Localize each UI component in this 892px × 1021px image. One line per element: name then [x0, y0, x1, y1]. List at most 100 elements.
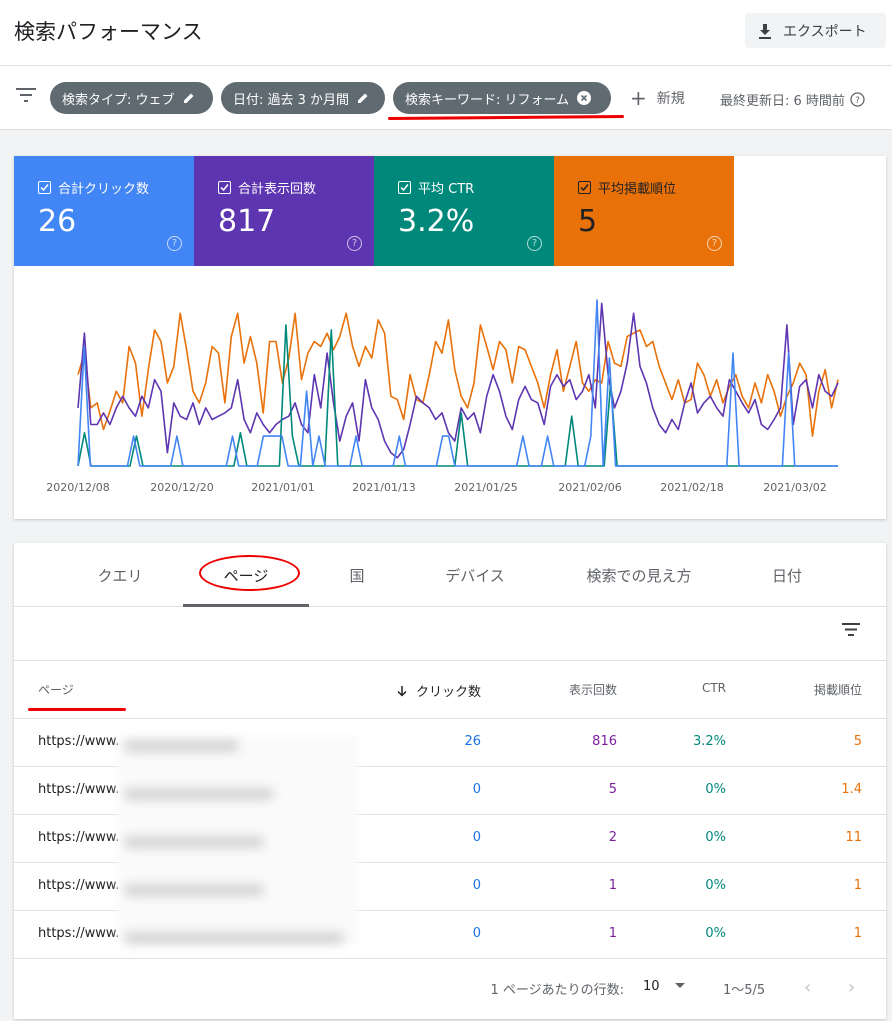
metric-value: 817 — [218, 204, 276, 239]
chart-x-tick-label: 2020/12/20 — [150, 481, 213, 494]
cell-impressions: 1 — [608, 878, 617, 893]
tab-search-appearance[interactable]: 検索での見え方 — [586, 565, 691, 586]
performance-line-chart[interactable]: 2020/12/08 2020/12/20 2021/01/01 2021/01/13… — [14, 266, 886, 519]
pencil-icon[interactable] — [357, 92, 369, 104]
metric-average-ctr[interactable]: 平均 CTR 3.2% ? — [374, 156, 554, 266]
cell-position: 1.4 — [841, 782, 862, 797]
annotation-underline — [28, 708, 126, 711]
chip-label: 検索キーワード: リフォーム — [405, 92, 570, 108]
metric-value: 26 — [38, 204, 77, 239]
chart-card: 合計クリック数 26 ? 合計表示回数 817 ? 平均 CTR 3.2% ? … — [14, 156, 886, 519]
chart-x-tick-label: 2021/01/13 — [352, 481, 415, 494]
metric-label: 平均 CTR — [418, 182, 475, 197]
arrow-down-icon — [397, 685, 407, 697]
filter-bar: 検索タイプ: ウェブ 日付: 過去 3 か月間 検索キーワード: リフォーム +… — [0, 66, 892, 130]
checkbox-icon[interactable] — [38, 181, 51, 194]
filter-icon[interactable] — [842, 623, 860, 636]
cell-clicks: 0 — [472, 926, 481, 941]
tab-queries[interactable]: クエリ — [97, 565, 142, 586]
close-circle-icon[interactable] — [577, 91, 592, 105]
column-header-ctr[interactable]: CTR — [702, 681, 726, 695]
metric-label: 合計クリック数 — [58, 182, 150, 197]
redacted-text — [124, 884, 264, 896]
column-header-clicks[interactable]: クリック数 — [396, 681, 481, 700]
cell-impressions: 2 — [608, 830, 617, 845]
plus-icon: + — [630, 86, 647, 110]
chart-x-tick-label: 2021/02/18 — [660, 481, 723, 494]
tab-countries[interactable]: 国 — [349, 565, 364, 586]
metric-value: 5 — [578, 204, 598, 239]
add-filter-label: 新規 — [656, 91, 685, 107]
cell-impressions: 816 — [592, 734, 617, 749]
redacted-text — [124, 740, 239, 752]
cell-position: 1 — [853, 926, 862, 941]
help-icon[interactable]: ? — [167, 236, 182, 251]
chevron-left-icon[interactable]: ‹ — [804, 977, 811, 998]
cell-impressions: 1 — [608, 926, 617, 941]
redacted-text — [124, 836, 264, 848]
cell-clicks: 0 — [472, 878, 481, 893]
rows-per-page-select[interactable]: 10 — [643, 979, 660, 994]
dimension-tabs: クエリ ページ 国 デバイス 検索での見え方 日付 — [14, 543, 886, 607]
active-tab-indicator — [183, 604, 309, 607]
filter-chip-query[interactable]: 検索キーワード: リフォーム — [393, 82, 611, 114]
cell-clicks: 0 — [472, 830, 481, 845]
download-icon — [759, 23, 771, 39]
cell-ctr: 0% — [705, 830, 726, 845]
page-range: 1〜5/5 — [723, 983, 766, 998]
metric-total-clicks[interactable]: 合計クリック数 26 ? — [14, 156, 194, 266]
add-filter-button[interactable]: + 新規 — [630, 88, 685, 108]
checkbox-icon[interactable] — [218, 181, 231, 194]
column-header-position[interactable]: 掲載順位 — [814, 681, 862, 698]
cell-url[interactable]: https://www. — [38, 926, 119, 941]
divider — [14, 660, 886, 661]
metric-label-row: 合計表示回数 — [218, 178, 316, 197]
metric-total-impressions[interactable]: 合計表示回数 817 ? — [194, 156, 374, 266]
last-updated: 最終更新日: 6 時間前 ? — [720, 90, 865, 109]
chart-x-tick-label: 2021/02/06 — [558, 481, 621, 494]
cell-url[interactable]: https://www. — [38, 830, 119, 845]
cell-url[interactable]: https://www. — [38, 782, 119, 797]
chart-x-tick-label: 2021/01/25 — [454, 481, 517, 494]
filter-icon[interactable] — [16, 88, 36, 102]
metric-average-position[interactable]: 平均掲載順位 5 ? — [554, 156, 734, 266]
pencil-icon[interactable] — [183, 92, 195, 104]
export-label: エクスポート — [783, 23, 867, 40]
column-header-page[interactable]: ページ — [38, 681, 74, 698]
rows-per-page-label: 1 ページあたりの行数: — [490, 983, 624, 998]
metric-label-row: 平均 CTR — [398, 178, 474, 197]
cell-clicks: 26 — [464, 734, 481, 749]
metric-label: 合計表示回数 — [238, 182, 317, 197]
chart-series-line-2 — [77, 324, 838, 467]
chevron-right-icon[interactable]: › — [848, 977, 855, 998]
caret-down-icon[interactable] — [674, 979, 686, 991]
annotation-circle — [199, 555, 300, 591]
cell-url[interactable]: https://www. — [38, 734, 119, 749]
export-button[interactable]: エクスポート — [745, 13, 886, 48]
header: 検索パフォーマンス エクスポート — [0, 0, 892, 66]
checkbox-icon[interactable] — [398, 181, 411, 194]
help-icon[interactable]: ? — [707, 236, 722, 251]
tab-devices[interactable]: デバイス — [445, 565, 505, 586]
cell-position: 1 — [853, 878, 862, 893]
cell-ctr: 3.2% — [692, 734, 726, 749]
cell-url[interactable]: https://www. — [38, 878, 119, 893]
checkbox-icon[interactable] — [578, 181, 591, 194]
metric-label-row: 合計クリック数 — [38, 178, 149, 197]
cell-position: 5 — [853, 734, 862, 749]
help-icon[interactable]: ? — [527, 236, 542, 251]
help-icon[interactable]: ? — [850, 92, 865, 107]
svg-text:?: ? — [855, 96, 860, 106]
help-icon[interactable]: ? — [347, 236, 362, 251]
pagination: 1 ページあたりの行数: 10 1〜5/5 ‹ › — [14, 959, 886, 1019]
cell-clicks: 0 — [472, 782, 481, 797]
chart-series-line-0 — [77, 312, 839, 437]
tab-dates[interactable]: 日付 — [772, 565, 802, 586]
filter-chip-date[interactable]: 日付: 過去 3 か月間 — [221, 82, 385, 114]
filter-chip-search-type[interactable]: 検索タイプ: ウェブ — [50, 82, 213, 114]
chart-x-tick-label: 2021/01/01 — [251, 481, 314, 494]
column-header-impressions[interactable]: 表示回数 — [569, 681, 617, 698]
metric-label-row: 平均掲載順位 — [578, 178, 676, 197]
last-updated-text: 最終更新日: 6 時間前 — [720, 94, 845, 109]
cell-ctr: 0% — [705, 926, 726, 941]
